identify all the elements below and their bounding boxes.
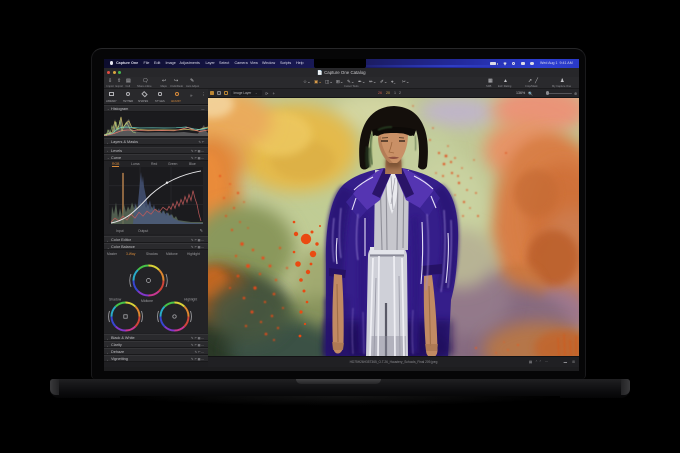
svg-text:Highlight: Highlight bbox=[184, 297, 197, 301]
svg-text:Midtone: Midtone bbox=[141, 299, 153, 303]
svg-text:Shadow: Shadow bbox=[109, 297, 122, 301]
